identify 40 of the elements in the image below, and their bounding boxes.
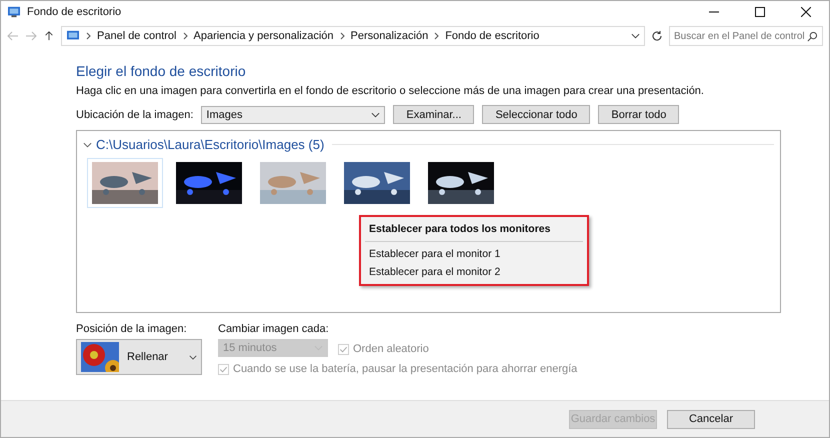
control-panel-icon: [66, 30, 80, 42]
field-label: Cambiar imagen cada:: [218, 323, 330, 335]
chevron-icon[interactable]: [83, 142, 92, 148]
position-dropdown[interactable]: Rellenar: [76, 339, 202, 375]
field-label: Posición de la imagen:: [76, 323, 188, 335]
menu-item[interactable]: Establecer para el monitor 2: [361, 263, 587, 281]
search-icon: [807, 30, 818, 42]
checkbox-label: Cuando se use la batería, pausar la presentación para ahorrar energía: [233, 363, 578, 375]
address-bar[interactable]: Panel de control Apariencia y personalización Personalización Fondo de escritorio: [61, 26, 645, 46]
caret-icon: [189, 354, 197, 360]
image-tile[interactable]: [87, 158, 163, 208]
chevron-icon: [86, 32, 91, 40]
control-panel-icon: [7, 6, 21, 18]
page-heading: Elegir el fondo de escritorio: [76, 63, 247, 79]
footer-button[interactable]: Cancelar: [667, 410, 755, 428]
menu-item[interactable]: Establecer para el monitor 1: [361, 245, 587, 263]
close-icon[interactable]: [801, 7, 811, 17]
chevron-icon: [340, 32, 345, 40]
refresh-icon[interactable]: [651, 30, 663, 42]
dropdown-caret-icon[interactable]: [631, 33, 640, 39]
up-arrow-icon[interactable]: [43, 31, 55, 41]
window-title: Fondo de escritorio: [27, 6, 122, 18]
checkbox-label: Orden aleatorio: [353, 343, 429, 355]
maximize-icon[interactable]: [755, 7, 765, 17]
chevron-icon: [182, 32, 188, 40]
folder-title[interactable]: C:\Usuarios\Laura\Escritorio\Images (5): [96, 137, 324, 152]
description: Haga clic en una imagen para convertirla en el fondo de escritorio o seleccione más de una imagen para crear una presentación.: [76, 85, 705, 97]
search-field[interactable]: Buscar en el Panel de control: [669, 26, 823, 46]
breadcrumb[interactable]: Apariencia y personalización: [194, 30, 334, 42]
location-dropdown[interactable]: Images: [201, 106, 386, 124]
breadcrumb[interactable]: Fondo de escritorio: [445, 30, 540, 42]
breadcrumb[interactable]: Personalización: [350, 30, 428, 42]
field-label: Ubicación de la imagen:: [76, 108, 194, 120]
action-button[interactable]: Examinar...: [393, 105, 474, 124]
breadcrumb[interactable]: Panel de control: [97, 30, 176, 42]
action-button[interactable]: Borrar todo: [598, 105, 680, 124]
caret-icon: [371, 112, 380, 118]
action-button[interactable]: Seleccionar todo: [482, 105, 590, 124]
chevron-icon: [434, 32, 440, 40]
menu-item[interactable]: Establecer para todos los monitores: [361, 220, 587, 238]
